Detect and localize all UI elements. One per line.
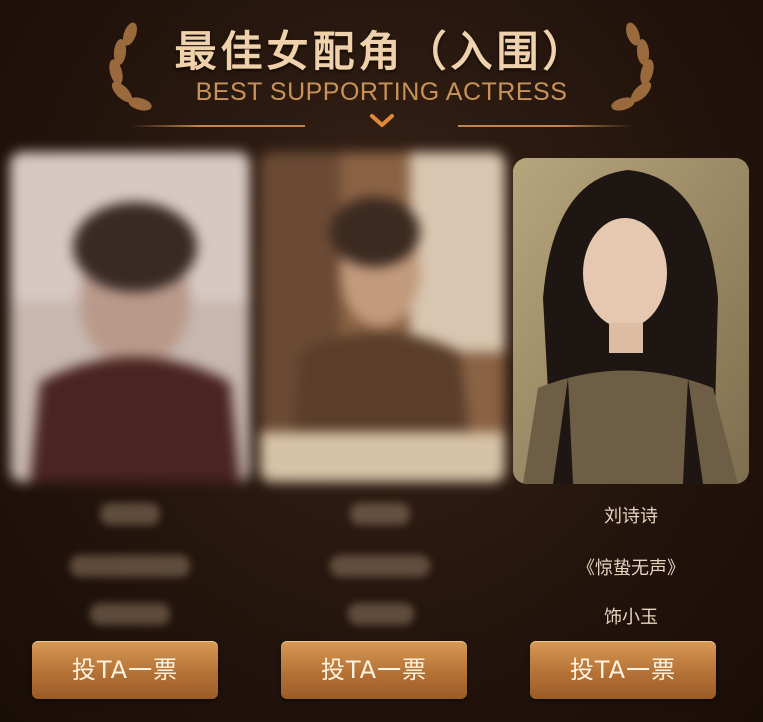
nominee-3-role: 饰小玉: [604, 607, 658, 628]
blurred-portrait: [260, 152, 505, 482]
vote-button-1[interactable]: 投TA一票: [32, 641, 218, 699]
nominee-2-work-obscured: [330, 555, 430, 577]
nominee-2-role-obscured: [348, 603, 414, 625]
nominee-1-name-obscured: [100, 503, 160, 525]
nominee-3-name: 刘诗诗: [604, 506, 658, 527]
award-header: 最佳女配角（入围） BEST SUPPORTING ACTRESS: [0, 0, 763, 140]
nominee-portrait: [513, 158, 749, 484]
divider-left: [130, 125, 305, 127]
nominee-3-work: 《惊蛰无声》: [577, 558, 685, 579]
nominee-1-work-obscured: [70, 555, 190, 577]
nominee-1-role-obscured: [90, 603, 170, 625]
nominee-photo-2: [260, 152, 505, 482]
nominee-photo-1: [10, 152, 250, 482]
divider-right: [458, 125, 633, 127]
blurred-portrait: [10, 152, 250, 482]
vote-button-2[interactable]: 投TA一票: [281, 641, 467, 699]
chevron-down-icon: [370, 114, 394, 127]
nominee-2-name-obscured: [350, 503, 410, 525]
laurel-right-icon: [611, 22, 654, 111]
nominee-photo-3: [513, 158, 749, 484]
vote-button-3[interactable]: 投TA一票: [530, 641, 716, 699]
